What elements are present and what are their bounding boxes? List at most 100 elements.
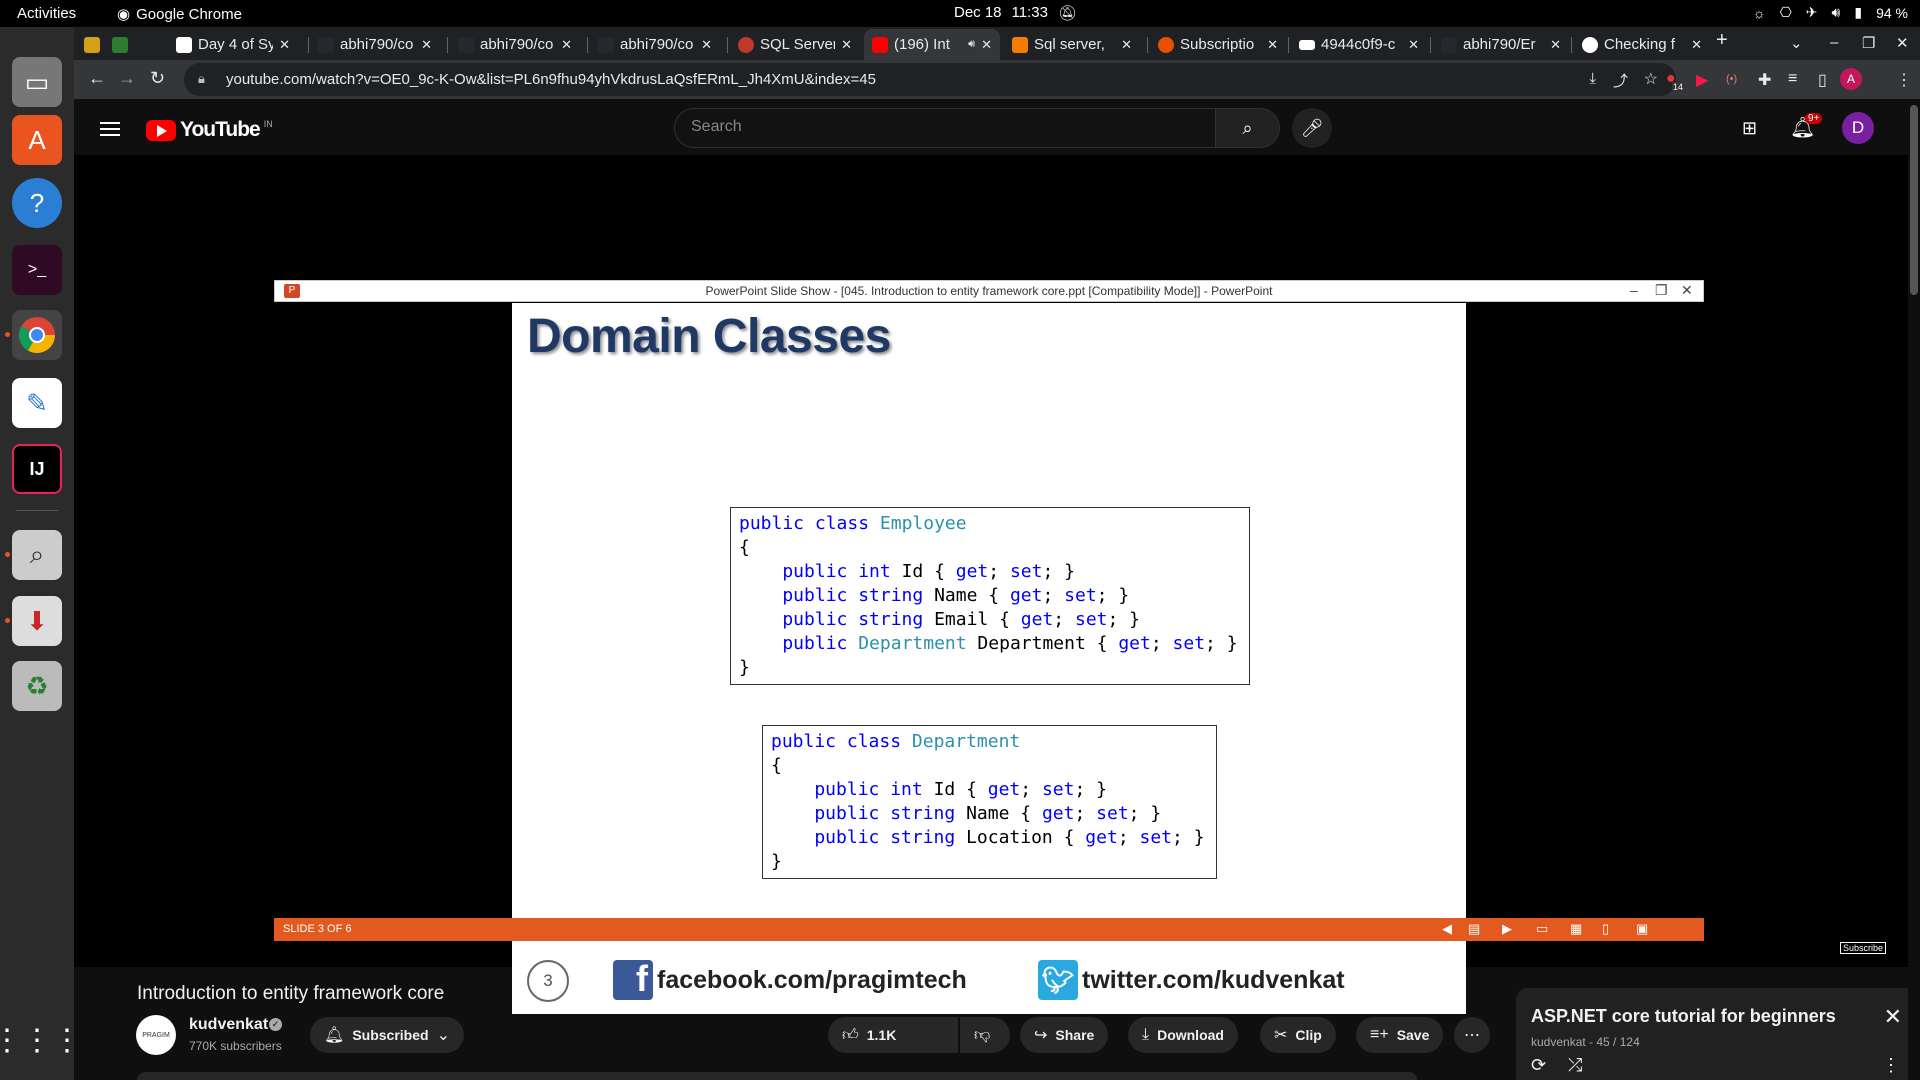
search-tool-icon[interactable]: ⌕ <box>12 530 62 580</box>
more-actions-button[interactable]: ⋯ <box>1454 1017 1490 1053</box>
forward-icon[interactable]: → <box>118 68 136 89</box>
more-vertical-icon[interactable]: ⋮ <box>1882 1055 1900 1076</box>
speaker-icon[interactable]: 🔊︎ <box>968 38 975 51</box>
save-button[interactable]: ≡+ Save <box>1356 1017 1444 1053</box>
hamburger-menu-icon[interactable] <box>100 122 120 136</box>
installer-icon[interactable]: ⬇ <box>12 596 62 646</box>
clock[interactable]: Dec 18 11:33 🔕︎ <box>954 4 1077 22</box>
system-tray[interactable]: ☼ ⎔ ✈ 🔊︎ ▮ 94 % <box>1753 4 1908 21</box>
next-slide-icon: ▶ <box>1502 921 1512 936</box>
voice-search-button[interactable]: 🎤︎ <box>1292 108 1332 148</box>
tab-title: abhi790/co <box>620 36 694 53</box>
tab-active[interactable]: (196) Int 🔊︎ ✕ <box>864 29 1000 60</box>
close-tab-icon[interactable]: ✕ <box>981 37 992 53</box>
tab[interactable]: Checking f ✕ <box>1574 29 1710 60</box>
text-editor-icon[interactable]: ✎ <box>12 378 62 428</box>
activities-button[interactable]: Activities <box>17 5 76 22</box>
chrome-dock-icon[interactable] <box>12 310 62 360</box>
trash-icon[interactable]: ♻ <box>12 661 62 711</box>
tab[interactable]: SQL Server ✕ <box>730 29 860 60</box>
video-player[interactable]: P PowerPoint Slide Show - [045. Introduc… <box>74 155 1920 1014</box>
tab[interactable]: Subscriptio ✕ <box>1150 29 1286 60</box>
tab[interactable]: Sql server, ✕ <box>1004 29 1140 60</box>
address-bar[interactable]: 🔒︎ youtube.com/watch?v=OE0_9c-K-Ow&list=… <box>184 63 1676 96</box>
tab[interactable]: abhi790/co ✕ <box>590 29 720 60</box>
show-apps-icon[interactable]: ⋮⋮⋮ <box>0 1015 82 1065</box>
tab[interactable] <box>104 29 130 60</box>
close-tab-icon[interactable]: ✕ <box>1408 37 1419 53</box>
search-icon: ⌕ <box>1242 117 1253 138</box>
create-video-icon[interactable]: ⊞ <box>1742 118 1757 139</box>
subscribe-watermark[interactable]: Subscribe <box>1840 942 1887 954</box>
close-icon[interactable]: ✕ <box>1884 1004 1902 1030</box>
share-button[interactable]: ↪ Share <box>1020 1017 1109 1053</box>
side-panel-icon[interactable]: ▯ <box>1818 70 1827 90</box>
slide-title: Domain Classes <box>527 310 891 363</box>
close-window-icon[interactable]: ✕ <box>1896 34 1909 52</box>
search-button[interactable]: ⌕ <box>1216 108 1280 148</box>
reload-icon[interactable]: ↻ <box>150 68 165 89</box>
app-menu[interactable]: ◉ Google Chrome <box>117 5 242 24</box>
description-box[interactable] <box>137 1072 1417 1080</box>
playlist-title[interactable]: ASP.NET core tutorial for beginners <box>1531 1006 1836 1027</box>
channel-name[interactable]: kudvenkat <box>189 1016 268 1034</box>
close-tab-icon[interactable]: ✕ <box>701 37 712 53</box>
profile-avatar[interactable]: A <box>1840 68 1862 90</box>
tab[interactable]: 4944c0f9-c ✕ <box>1291 29 1427 60</box>
reading-list-icon[interactable]: ≡ <box>1788 70 1797 88</box>
shuffle-icon[interactable]: ⤮ <box>1568 1055 1582 1076</box>
close-tab-icon[interactable]: ✕ <box>279 37 290 53</box>
back-icon[interactable]: ← <box>88 68 106 89</box>
restore-icon[interactable]: ❐ <box>1862 34 1875 52</box>
subscribed-button[interactable]: 🔔︎ Subscribed ⌄ <box>310 1017 464 1053</box>
share-arrow-icon: ↪ <box>1034 1027 1048 1044</box>
like-button[interactable]: 👍︎ 1.1K <box>828 1017 958 1053</box>
tab-search-icon[interactable]: ⌄ <box>1790 34 1803 52</box>
download-button[interactable]: ⤓ Download <box>1128 1017 1238 1053</box>
close-tab-icon[interactable]: ✕ <box>1121 37 1132 53</box>
previous-slide-icon: ◀ <box>1442 921 1452 936</box>
loop-icon[interactable]: ⟳ <box>1531 1055 1546 1076</box>
tab[interactable]: abhi790/co ✕ <box>310 29 440 60</box>
tab[interactable]: abhi790/Er ✕ <box>1433 29 1569 60</box>
clip-button[interactable]: ✂ Clip <box>1260 1017 1336 1053</box>
intellij-icon[interactable]: IJ <box>12 444 62 494</box>
slide-sorter-icon: ▦ <box>1570 921 1583 936</box>
close-tab-icon[interactable]: ✕ <box>561 37 572 53</box>
new-tab-icon[interactable]: + <box>1716 29 1728 52</box>
bookmark-star-icon[interactable]: ☆ <box>1644 69 1658 89</box>
software-center-icon[interactable]: A <box>12 115 62 165</box>
close-tab-icon[interactable]: ✕ <box>1691 37 1702 53</box>
install-icon[interactable]: ⤓ <box>1589 70 1596 87</box>
url-text[interactable]: youtube.com/watch?v=OE0_9c-K-Ow&list=PL6… <box>226 71 876 88</box>
page-scrollbar[interactable] <box>1908 99 1920 1080</box>
close-tab-icon[interactable]: ✕ <box>841 37 852 53</box>
close-tab-icon[interactable]: ✕ <box>1267 37 1278 53</box>
terminal-icon[interactable]: >_ <box>12 245 62 295</box>
share-icon[interactable]: ⤴ <box>1613 70 1628 91</box>
tab[interactable]: Day 4 of Sy ✕ <box>168 29 298 60</box>
lock-icon[interactable]: 🔒︎ <box>198 71 205 87</box>
help-icon[interactable]: ? <box>12 178 62 228</box>
scrollbar-thumb[interactable] <box>1910 105 1918 295</box>
youtube-extension-icon[interactable]: ▶ <box>1696 70 1708 90</box>
youtube-page: YouTube IN ⌕ 🎤︎ ⊞ 🔔︎ 9+ D P PowerPoint S… <box>74 99 1920 1080</box>
tab[interactable] <box>76 29 102 60</box>
microphone-icon: 🎤︎ <box>1300 117 1324 138</box>
extensions-puzzle-icon[interactable]: ✚ <box>1758 70 1771 90</box>
search-input[interactable] <box>691 118 1191 136</box>
chrome-menu-icon[interactable]: ⋮ <box>1896 70 1912 90</box>
search-box[interactable] <box>674 108 1216 148</box>
close-tab-icon[interactable]: ✕ <box>421 37 432 53</box>
tab[interactable]: abhi790/co ✕ <box>450 29 580 60</box>
chrome-toolbar: ← → ↻ 🔒︎ youtube.com/watch?v=OE0_9c-K-Ow… <box>74 60 1920 99</box>
dislike-button[interactable]: 👎︎ <box>960 1017 1010 1053</box>
verified-check-icon: ✓ <box>269 1018 282 1031</box>
channel-avatar[interactable]: PRAGIM <box>136 1015 176 1055</box>
extension-icon[interactable]: (•) <box>1726 73 1737 85</box>
close-tab-icon[interactable]: ✕ <box>1550 37 1561 53</box>
account-avatar[interactable]: D <box>1842 112 1874 144</box>
files-icon[interactable]: ▭ <box>12 57 62 107</box>
youtube-logo[interactable]: YouTube IN <box>146 118 273 142</box>
minimize-icon[interactable]: – <box>1830 34 1838 51</box>
